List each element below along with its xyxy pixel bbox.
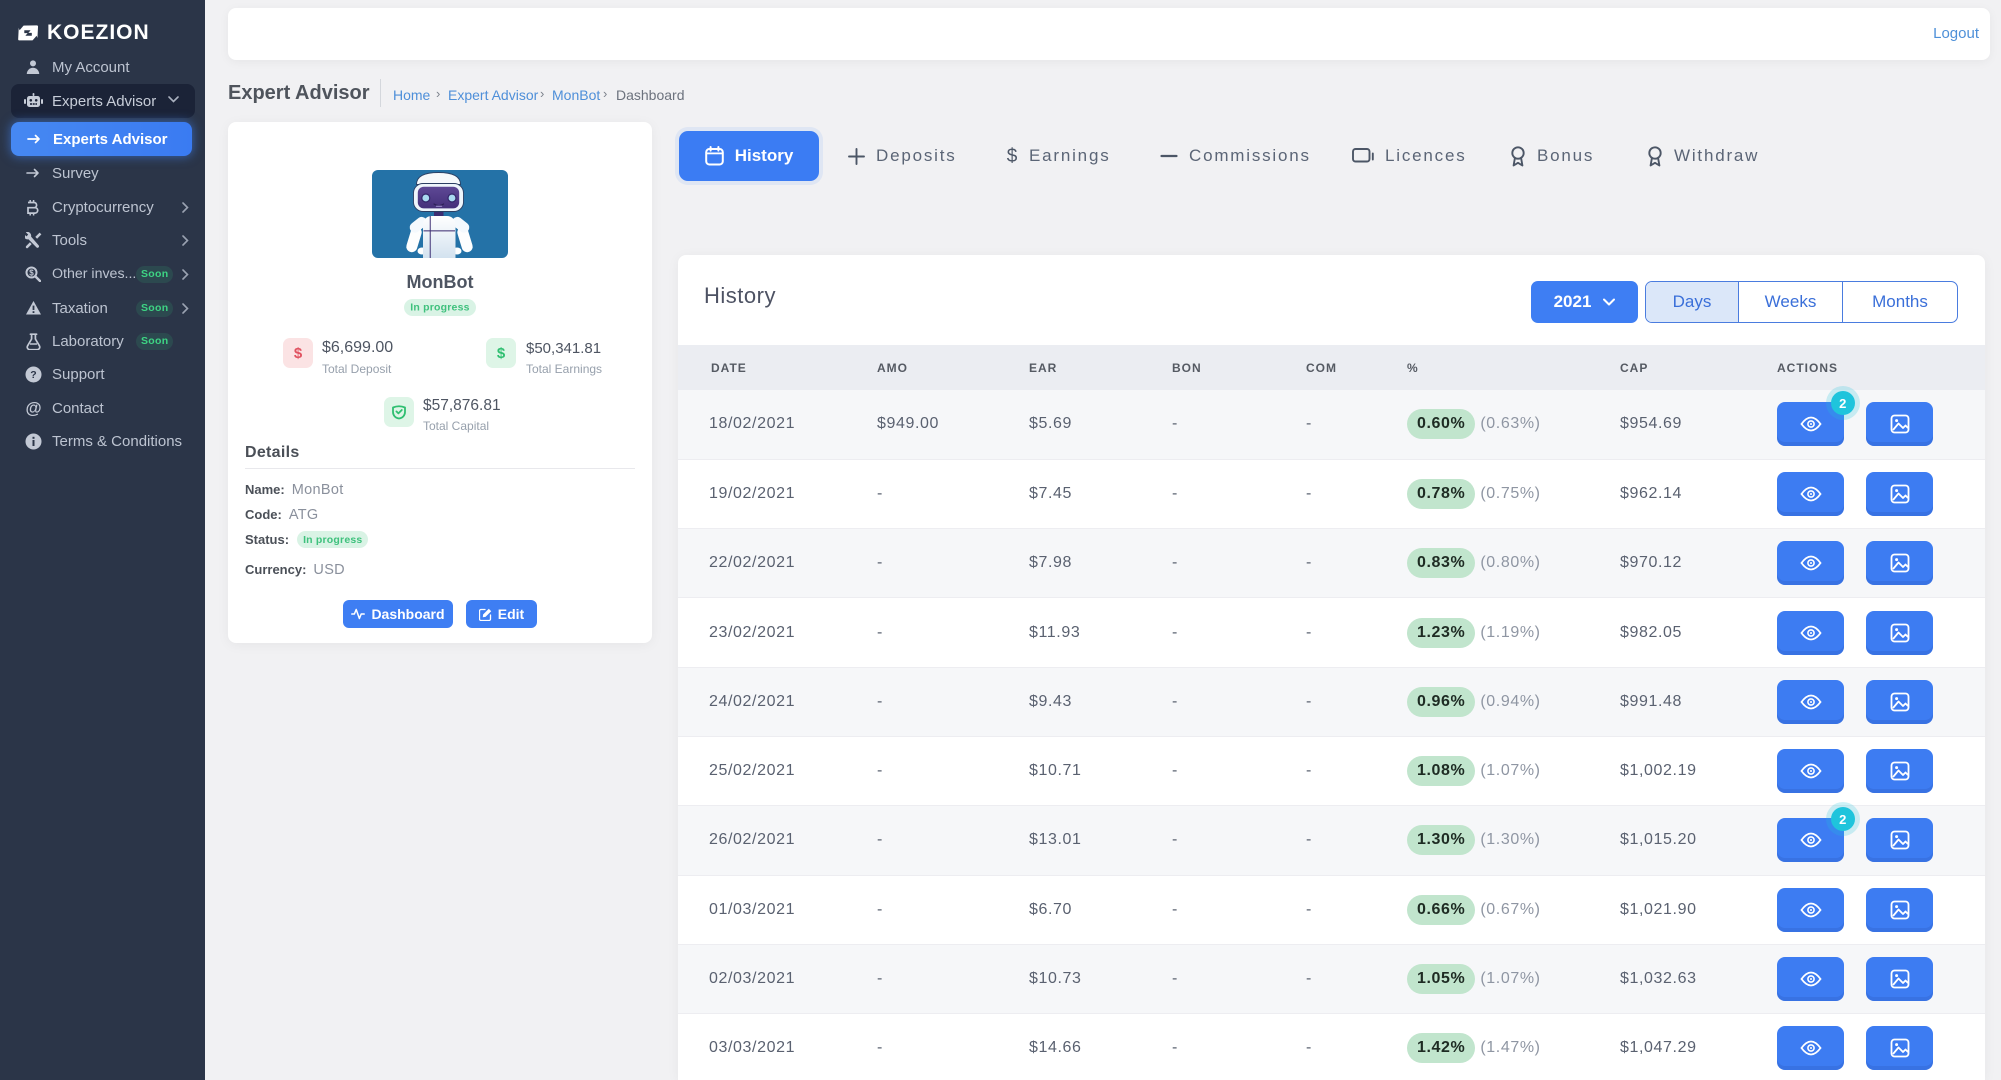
svg-text:?: ? <box>30 369 36 381</box>
svg-text:$: $ <box>294 345 303 361</box>
svg-text:$: $ <box>497 345 506 361</box>
svg-text:$: $ <box>1007 146 1018 166</box>
svg-text:@: @ <box>25 400 41 417</box>
svg-text:$: $ <box>29 268 34 277</box>
